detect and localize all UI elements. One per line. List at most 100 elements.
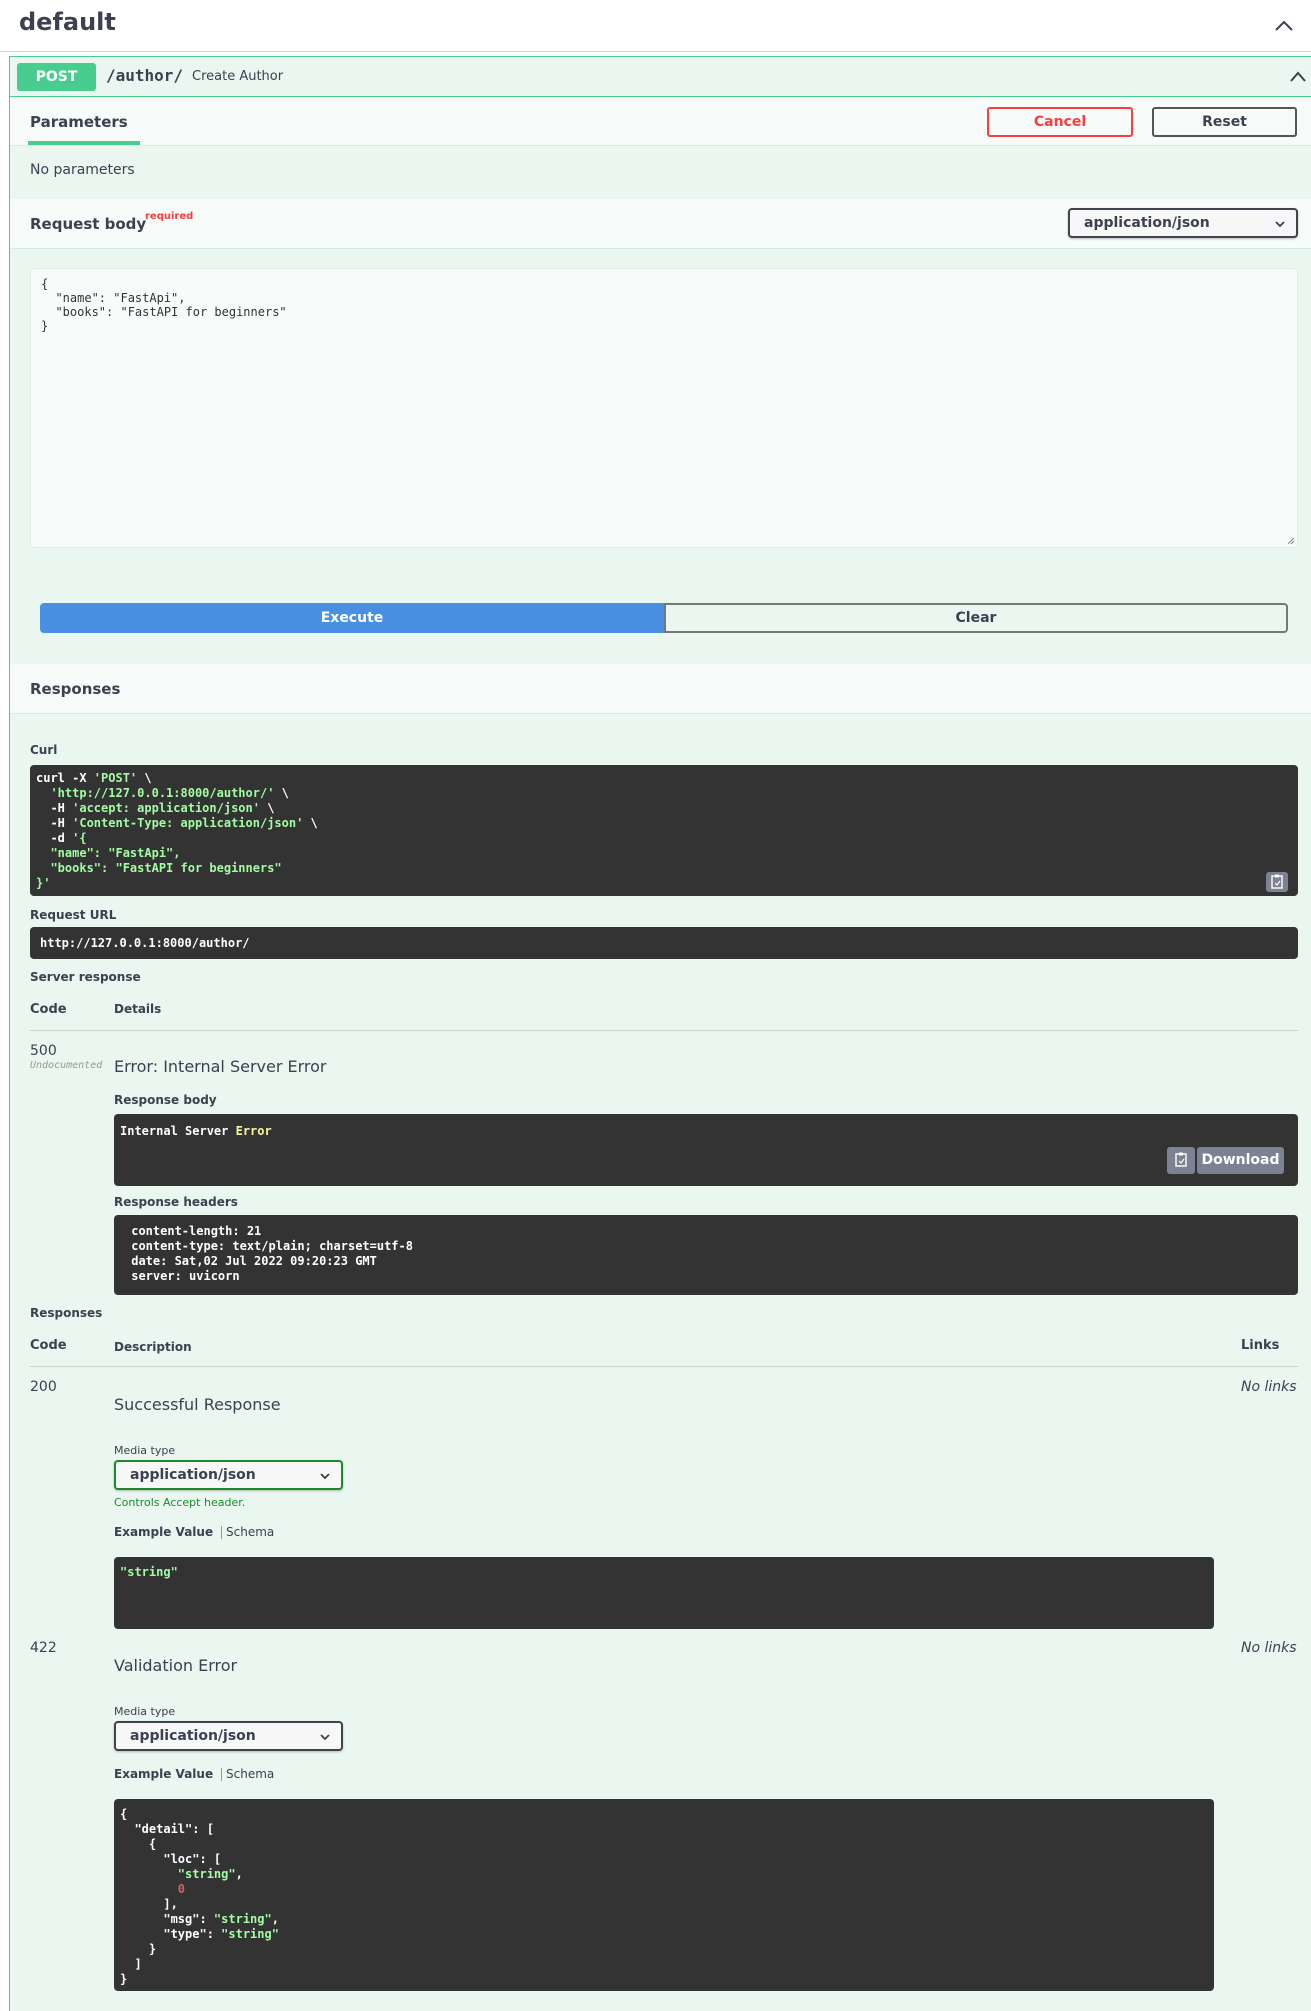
- cancel-button[interactable]: Cancel: [987, 107, 1133, 137]
- curl-token: -H: [36, 801, 73, 815]
- response-body-text: Internal Server Error: [120, 1124, 272, 1138]
- curl-string: 'accept: application/json': [72, 801, 260, 815]
- chevron-down-icon: [320, 1734, 330, 1741]
- tag-header[interactable]: default: [0, 0, 1311, 52]
- curl-token: \: [137, 771, 152, 785]
- curl-token: curl -X: [36, 771, 94, 785]
- tab-separator: [221, 1526, 222, 1539]
- response-headers-block: content-length: 21 content-type: text/pl…: [114, 1215, 1298, 1295]
- copy-button[interactable]: [1167, 1147, 1195, 1174]
- server-details-header: Details: [114, 1002, 162, 1016]
- curl-token: \: [259, 801, 275, 815]
- no-links-text: No links: [1241, 1379, 1297, 1395]
- tab-separator: [221, 1768, 222, 1781]
- media-type-select[interactable]: application/json: [114, 1460, 343, 1490]
- responses-header: Responses: [10, 664, 1311, 714]
- response-description: Validation Error: [114, 1656, 238, 1675]
- undocumented-label: Undocumented: [30, 1060, 103, 1071]
- parameters-section-header: Parameters Cancel Reset: [10, 98, 1311, 146]
- tab-example-value[interactable]: Example Value: [114, 1525, 213, 1539]
- curl-token: -d: [36, 831, 73, 845]
- curl-label: Curl: [30, 743, 58, 757]
- tab-example-value[interactable]: Example Value: [114, 1767, 213, 1781]
- response-code-422: 422: [30, 1640, 57, 1656]
- request-body-text[interactable]: { "name": "FastApi", "books": "FastAPI f…: [41, 277, 1297, 333]
- media-type-label: Media type: [114, 1705, 176, 1718]
- clear-button[interactable]: Clear: [664, 603, 1288, 633]
- error-text: Error: Internal Server Error: [114, 1057, 327, 1076]
- chevron-up-icon[interactable]: [1272, 14, 1296, 38]
- responses-code-header: Code: [30, 1338, 67, 1353]
- example-value-block: "string": [114, 1557, 1214, 1629]
- required-marker: required: [145, 211, 194, 222]
- curl-string: 'http://127.0.0.1:8000/author/': [50, 786, 275, 800]
- response-headers-label: Response headers: [114, 1195, 238, 1209]
- response-body-label: Response body: [114, 1093, 217, 1107]
- request-url-block: http://127.0.0.1:8000/author/: [30, 927, 1298, 959]
- clipboard-icon: [1175, 1152, 1187, 1167]
- example-value-block: { "detail": [ { "loc": [ "string", 0 ], …: [114, 1799, 1214, 1991]
- tab-underline: [28, 141, 140, 145]
- curl-string: }': [36, 876, 51, 890]
- response-headers-text: content-length: 21 content-type: text/pl…: [131, 1224, 413, 1283]
- curl-string: "books": "FastAPI for beginners": [36, 861, 282, 875]
- tab-schema[interactable]: Schema: [226, 1525, 274, 1539]
- media-type-select[interactable]: application/json: [114, 1721, 343, 1751]
- divider: [30, 1366, 1298, 1367]
- curl-token: [36, 786, 50, 800]
- curl-code: curl -X 'POST' \ 'http://127.0.0.1:8000/…: [36, 771, 1298, 891]
- execute-row: Execute Clear: [40, 603, 1288, 633]
- media-type-value: application/json: [130, 1467, 256, 1483]
- curl-block: curl -X 'POST' \ 'http://127.0.0.1:8000/…: [30, 765, 1298, 896]
- request-url-label: Request URL: [30, 908, 117, 922]
- example-value-text: "string": [120, 1565, 178, 1579]
- curl-token: -H: [36, 816, 73, 830]
- operation-summary-text: Create Author: [192, 69, 284, 84]
- clipboard-icon: [1271, 874, 1283, 889]
- copy-button[interactable]: [1266, 872, 1288, 892]
- execute-button[interactable]: Execute: [40, 603, 664, 633]
- curl-token: \: [274, 786, 289, 800]
- content-type-select[interactable]: application/json: [1068, 208, 1298, 238]
- operation-path: /author/: [106, 66, 184, 85]
- responses-description-header: Description: [114, 1340, 192, 1354]
- request-body-editor[interactable]: { "name": "FastApi", "books": "FastAPI f…: [30, 268, 1298, 548]
- operation-block: POST /author/ Create Author Parameters C…: [9, 56, 1311, 2011]
- response-code-200: 200: [30, 1379, 57, 1395]
- responses-links-header: Links: [1241, 1338, 1280, 1353]
- chevron-down-icon: [320, 1473, 330, 1480]
- curl-string: "name": "FastApi",: [36, 846, 181, 860]
- operation-summary[interactable]: POST /author/ Create Author: [10, 57, 1311, 97]
- divider: [30, 1030, 1298, 1031]
- curl-token: \: [303, 816, 318, 830]
- curl-string: 'POST': [93, 771, 138, 785]
- request-body-header: Request body required application/json: [10, 199, 1311, 249]
- no-links-text: No links: [1241, 1640, 1297, 1656]
- chevron-up-icon[interactable]: [1288, 67, 1308, 87]
- download-button[interactable]: Download: [1197, 1147, 1284, 1174]
- server-code-header: Code: [30, 1002, 67, 1017]
- validation-example-text: { "detail": [ { "loc": [ "string", 0 ], …: [120, 1807, 279, 1986]
- response-code: 500: [30, 1043, 57, 1059]
- content-type-value: application/json: [1084, 215, 1210, 231]
- server-response-label: Server response: [30, 970, 141, 984]
- resize-grip-icon[interactable]: [1287, 537, 1295, 545]
- tag-title: default: [19, 8, 116, 36]
- response-description: Successful Response: [114, 1395, 281, 1414]
- curl-string: '{: [72, 831, 87, 845]
- response-body-block: Internal Server Error Download: [114, 1114, 1298, 1186]
- chevron-down-icon: [1275, 221, 1285, 228]
- request-url-value: http://127.0.0.1:8000/author/: [40, 936, 250, 950]
- responses-title: Responses: [30, 680, 121, 698]
- no-parameters-text: No parameters: [30, 162, 135, 178]
- tab-schema[interactable]: Schema: [226, 1767, 274, 1781]
- media-type-label: Media type: [114, 1444, 176, 1457]
- method-badge: POST: [17, 63, 96, 91]
- responses-subtitle: Responses: [30, 1306, 103, 1320]
- media-type-value: application/json: [130, 1728, 256, 1744]
- request-body-title: Request body: [30, 215, 147, 233]
- controls-accept-note: Controls Accept header.: [114, 1496, 246, 1509]
- curl-string: 'Content-Type: application/json': [72, 816, 304, 830]
- tab-parameters[interactable]: Parameters: [30, 113, 128, 131]
- reset-button[interactable]: Reset: [1152, 107, 1297, 137]
